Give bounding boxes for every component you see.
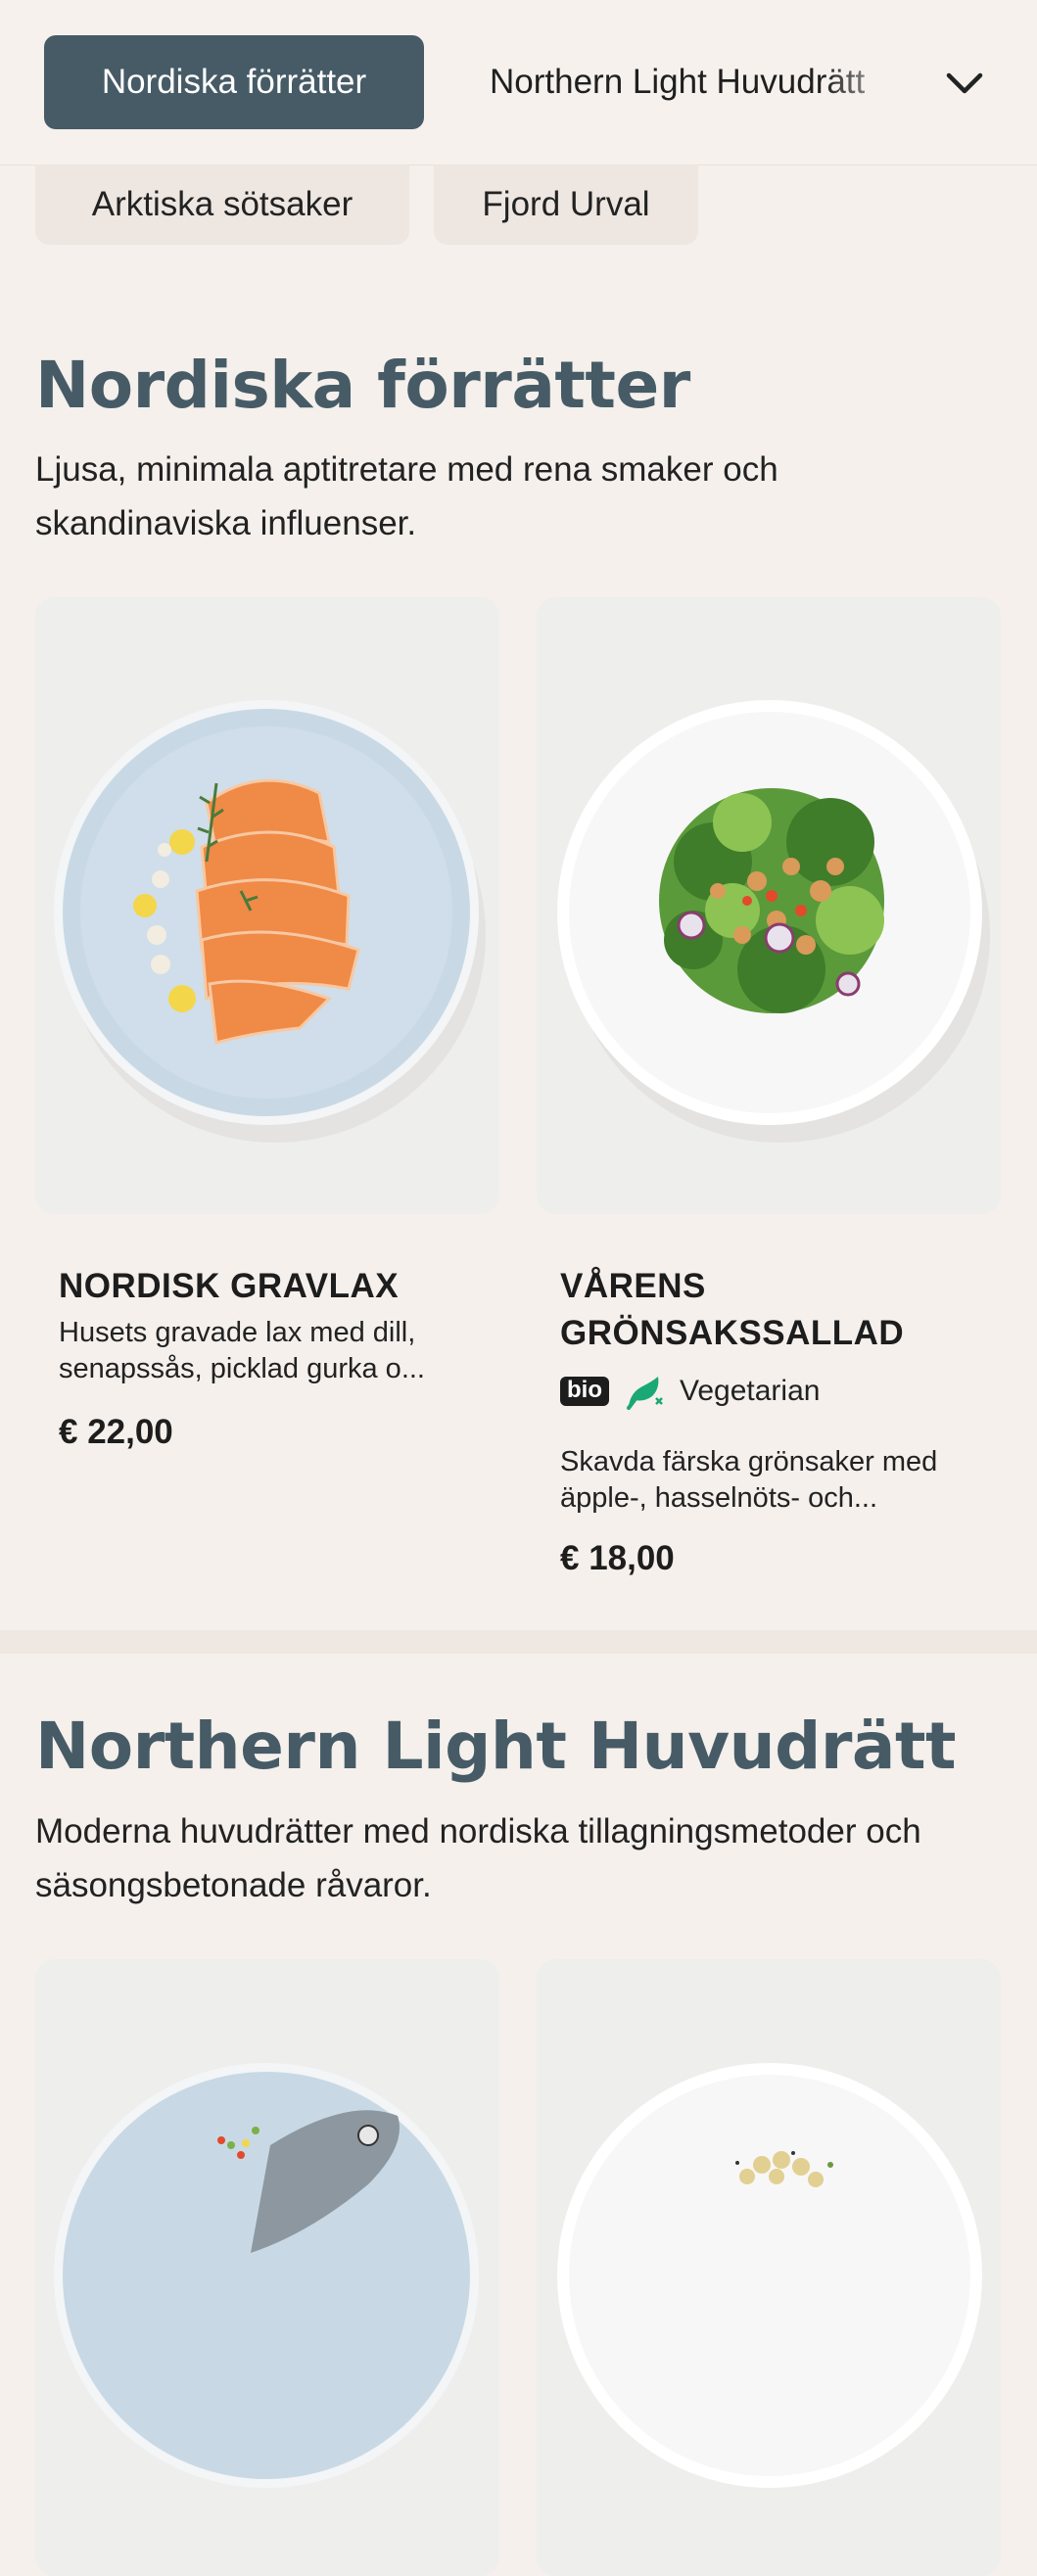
- chip-arktiska-sotsaker[interactable]: Arktiska sötsaker: [35, 164, 409, 245]
- menu-item-title[interactable]: VÅRENS GRÖNSAKSSALLAD: [560, 1263, 981, 1357]
- section-title: Northern Light Huvudrätt: [35, 1709, 957, 1784]
- menu-item-tags: bio Vegetarian: [560, 1373, 820, 1410]
- gravlax-plate-image: [54, 700, 486, 1143]
- chevron-down-icon[interactable]: [940, 59, 989, 108]
- menu-item-image[interactable]: [537, 597, 1001, 1214]
- bio-badge: bio: [560, 1377, 609, 1406]
- section-description: Moderna huvudrätter med nordiska tillagn…: [35, 1812, 921, 1904]
- tab-nordiska-forratter[interactable]: Nordiska förrätter: [44, 35, 424, 129]
- menu-item-price: € 18,00: [560, 1539, 675, 1577]
- section-title: Nordiska förrätter: [35, 348, 690, 423]
- tab-fade-overlay: [823, 35, 940, 129]
- section-description: Ljusa, minimala aptitretare med rena sma…: [35, 450, 778, 542]
- menu-item-description: Husets gravade lax med dill, senapssås, …: [59, 1317, 425, 1384]
- chip-fjord-urval[interactable]: Fjord Urval: [434, 164, 698, 245]
- fish-plate-image: [54, 2063, 479, 2488]
- section-divider: [0, 1630, 1037, 1654]
- menu-item-image[interactable]: [35, 1959, 499, 2576]
- salad-plate-image: [557, 700, 990, 1143]
- menu-item-title[interactable]: NORDISK GRAVLAX: [59, 1263, 480, 1310]
- menu-item-image[interactable]: [537, 1959, 1001, 2576]
- menu-item-price: € 22,00: [59, 1413, 173, 1451]
- vegetarian-icon: [627, 1377, 663, 1410]
- diet-label: Vegetarian: [680, 1375, 821, 1407]
- menu-item-description: Skavda färska grönsaker med äpple-, hass…: [560, 1446, 938, 1514]
- chickpea-plate-image: [557, 2063, 982, 2488]
- menu-item-image[interactable]: [35, 597, 499, 1214]
- category-nav: Nordiska förrätter Northern Light Huvudr…: [0, 0, 1037, 165]
